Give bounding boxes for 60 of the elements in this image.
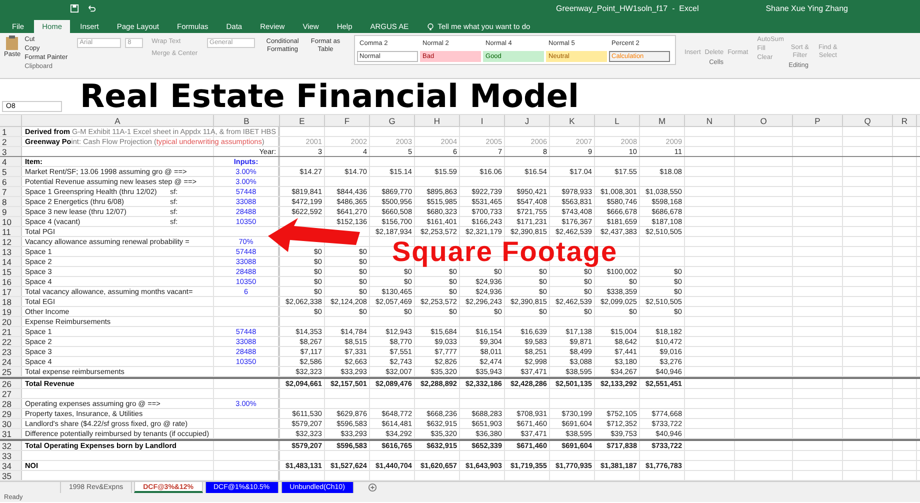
- add-sheet-icon[interactable]: [368, 483, 377, 492]
- row-number: 15: [2, 266, 12, 276]
- row-number: 35: [2, 470, 12, 480]
- row-number: 18: [2, 296, 12, 306]
- clipboard-icon: [5, 35, 20, 51]
- row-number: 6: [2, 176, 7, 186]
- row-number: 17: [2, 286, 12, 296]
- row-number: 22: [2, 336, 12, 346]
- column-header[interactable]: F: [325, 115, 370, 126]
- row-number: 31: [2, 428, 12, 438]
- row-number: 27: [2, 388, 12, 398]
- row-number: 19: [2, 306, 12, 316]
- overlay-title: Real Estate Financial Model: [80, 79, 580, 113]
- row-number: 34: [2, 460, 12, 470]
- row-number: 9: [2, 206, 7, 216]
- row-number: 23: [2, 346, 12, 356]
- row-number: 8: [2, 196, 7, 206]
- user-name: Shane Xue Ying Zhang: [766, 2, 848, 14]
- overlay-callout-label: Square Footage: [392, 237, 618, 267]
- row-number: 25: [2, 366, 12, 376]
- row-number: 16: [2, 276, 12, 286]
- row-number: 12: [2, 236, 12, 246]
- column-header[interactable]: M: [640, 115, 685, 126]
- row-number: 20: [2, 316, 12, 326]
- row-number: 2: [2, 136, 7, 146]
- row-number: 10: [2, 216, 12, 226]
- row-number: 14: [2, 256, 12, 266]
- row-number: 24: [2, 356, 12, 366]
- column-header[interactable]: J: [505, 115, 550, 126]
- row-number: 29: [2, 408, 12, 418]
- row-number: 28: [2, 398, 12, 408]
- column-header[interactable]: K: [550, 115, 595, 126]
- row-number: 3: [2, 146, 7, 156]
- row-number: 21: [2, 326, 12, 336]
- row-number: 33: [2, 450, 12, 460]
- undo-icon[interactable]: [87, 4, 96, 13]
- row-number: 11: [2, 226, 11, 236]
- row-number: 13: [2, 246, 12, 256]
- row-number: 32: [2, 440, 12, 450]
- row-number: 1: [2, 126, 7, 136]
- column-header[interactable]: B: [214, 115, 280, 126]
- column-header[interactable]: H: [415, 115, 460, 126]
- row-number: 30: [2, 418, 12, 428]
- column-header[interactable]: E: [280, 115, 325, 126]
- column-header[interactable]: R: [893, 115, 917, 126]
- column-header[interactable]: A: [22, 115, 214, 126]
- column-header[interactable]: P: [793, 115, 843, 126]
- lightbulb-icon: [426, 22, 434, 30]
- window-title: Greenway_Point_HW1soln_f17 - Excel: [556, 2, 699, 14]
- column-header[interactable]: G: [370, 115, 415, 126]
- column-header[interactable]: Q: [843, 115, 893, 126]
- column-header[interactable]: O: [735, 115, 793, 126]
- column-header[interactable]: I: [460, 115, 505, 126]
- row-number: 5: [2, 166, 7, 176]
- row-number: 4: [2, 156, 7, 166]
- row-number: 7: [2, 186, 7, 196]
- column-header[interactable]: L: [595, 115, 640, 126]
- row-number: 26: [2, 378, 12, 388]
- column-header[interactable]: N: [685, 115, 735, 126]
- save-icon[interactable]: [70, 4, 79, 13]
